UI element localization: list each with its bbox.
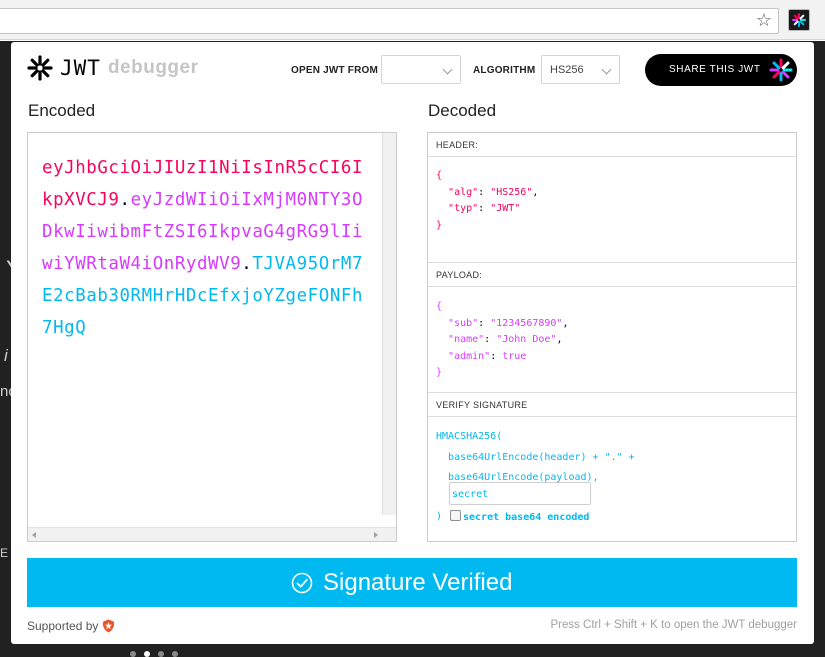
jwt-debugger-popup: JWT debugger OPEN JWT FROM ALGORITHM HS2… (11, 42, 814, 644)
background-text: E (0, 546, 9, 560)
header-section-title: HEADER: (428, 133, 796, 157)
base64-checkbox[interactable] (450, 510, 461, 521)
carousel-dot[interactable] (172, 651, 178, 657)
base64-checkbox-label[interactable]: secret base64 encoded (463, 512, 589, 523)
signature-verified-banner: Signature Verified (27, 558, 797, 607)
header-json-editor[interactable]: { "alg": "HS256", "typ": "JWT" } (436, 168, 538, 234)
signature-title-text: VERIFY SIGNATURE (436, 400, 528, 410)
payload-title-text: PAYLOAD: (436, 270, 483, 280)
share-button-label: SHARE THIS JWT (669, 64, 761, 75)
encoded-token-editor[interactable]: eyJhbGciOiJIUzI1NiIsInR5cCI6IkpXVCJ9.eyJ… (27, 132, 397, 542)
keyboard-shortcut-hint: Press Ctrl + Shift + K to open the JWT d… (550, 619, 797, 631)
carousel-dots (130, 651, 178, 657)
json-brace: { (436, 301, 443, 312)
supported-by: Supported by (27, 619, 115, 633)
browser-toolbar: ☆ (0, 0, 825, 40)
json-value: "JWT" (490, 203, 521, 214)
chevron-down-icon (442, 64, 453, 75)
jwt-extension-icon[interactable] (788, 9, 810, 31)
carousel-dot[interactable] (158, 651, 164, 657)
secret-value: secret (452, 489, 489, 500)
encoded-token-text[interactable]: eyJhbGciOiJIUzI1NiIsInR5cCI6IkpXVCJ9.eyJ… (42, 152, 372, 344)
carousel-dot-active[interactable] (144, 651, 150, 657)
json-value: "1234567890" (490, 317, 563, 329)
decoded-panel: HEADER: { "alg": "HS256", "typ": "JWT" }… (427, 132, 797, 542)
signature-verified-text: Signature Verified (323, 569, 513, 596)
payload-section-title: PAYLOAD: (428, 263, 796, 287)
json-key: "typ" (448, 203, 479, 214)
json-brace: } (436, 367, 443, 378)
signature-formula: HMACSHA256( base64UrlEncode(header) + ".… (436, 427, 635, 489)
signature-line: HMACSHA256( (436, 431, 503, 442)
share-jwt-button[interactable]: SHARE THIS JWT (645, 54, 797, 86)
jwt-logo: JWT debugger (27, 55, 199, 81)
json-value: "John Doe" (496, 334, 557, 345)
token-separator: . (119, 190, 131, 210)
jwt-logo-icon (792, 13, 806, 27)
carousel-dot[interactable] (130, 651, 136, 657)
json-brace: } (436, 219, 443, 231)
logo-subtitle: debugger (107, 57, 199, 78)
scroll-left-icon[interactable] (32, 532, 36, 538)
vertical-scrollbar[interactable] (382, 133, 396, 515)
signature-line: base64UrlEncode(header) + "." + (448, 451, 635, 463)
jwt-logo-icon (27, 55, 53, 81)
json-key: "admin" (448, 350, 491, 362)
horizontal-scrollbar[interactable] (28, 527, 396, 541)
auth0-logo-icon[interactable] (102, 619, 115, 633)
algorithm-label: ALGORITHM (473, 65, 536, 76)
open-jwt-from-label: OPEN JWT FROM (291, 65, 379, 76)
json-key: "sub" (448, 317, 479, 329)
scroll-right-icon[interactable] (374, 532, 378, 538)
algorithm-value: HS256 (550, 64, 584, 76)
signature-section-title: VERIFY SIGNATURE (428, 393, 796, 417)
jwt-pinwheel-icon (769, 58, 793, 82)
payload-json-editor[interactable]: { "sub": "1234567890", "name": "John Doe… (436, 299, 568, 382)
json-key: "alg" (448, 186, 479, 198)
decoded-title: Decoded (428, 101, 497, 120)
json-value: "HS256" (490, 186, 533, 198)
signature-close-paren: ) (436, 511, 443, 522)
secret-input[interactable]: secret (449, 482, 591, 505)
open-jwt-from-select[interactable] (381, 55, 461, 84)
background-text: i (4, 346, 8, 365)
star-icon[interactable]: ☆ (756, 11, 772, 31)
check-circle-icon (291, 572, 313, 594)
json-brace: { (436, 170, 443, 181)
json-key: "name" (448, 334, 485, 345)
supported-by-text: Supported by (27, 619, 99, 633)
logo-wordmark: JWT (60, 56, 101, 80)
algorithm-select[interactable]: HS256 (541, 55, 620, 84)
encoded-title: Encoded (28, 101, 96, 120)
header-title-text: HEADER: (436, 140, 479, 150)
token-separator: . (241, 254, 253, 274)
chevron-down-icon (601, 64, 612, 75)
json-value: true (502, 350, 527, 362)
address-bar[interactable]: ☆ (0, 8, 779, 34)
